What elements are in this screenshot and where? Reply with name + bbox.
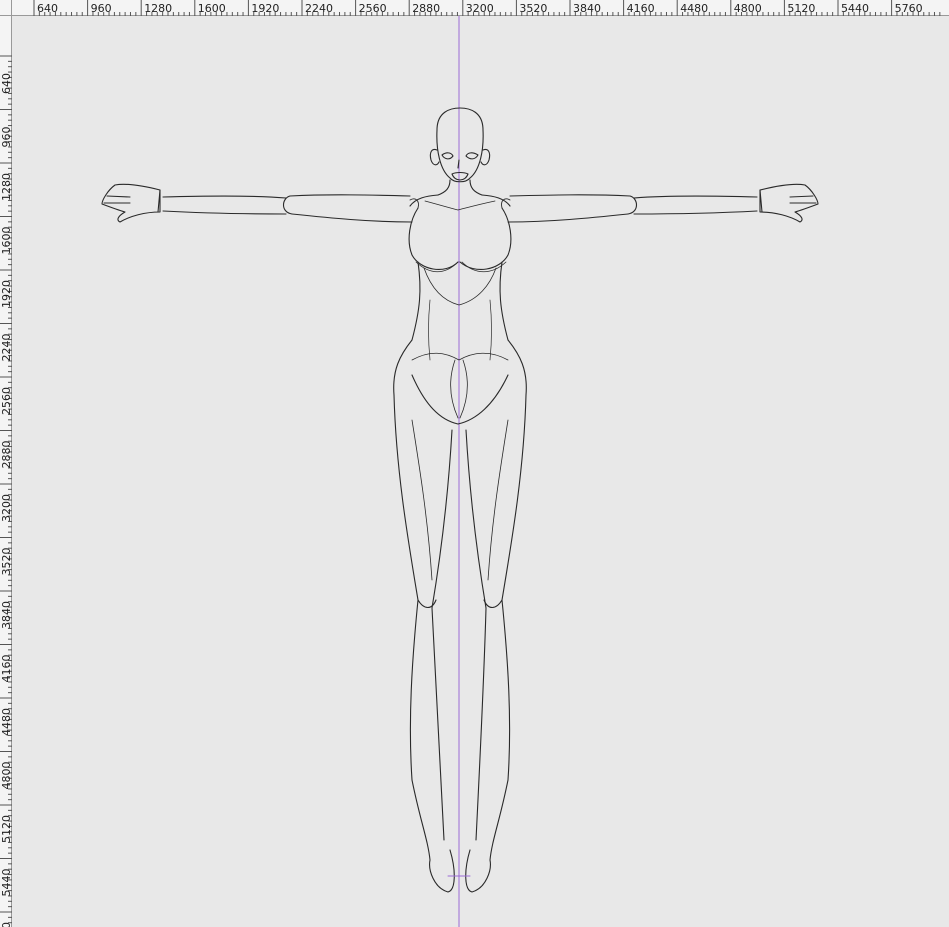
vertical-ruler-label: 3200	[0, 494, 12, 522]
horizontal-ruler-label: 640	[37, 2, 58, 15]
vertical-ruler-label: 1920	[0, 280, 12, 308]
horizontal-ruler-label: 960	[91, 2, 112, 15]
vertical-ruler-label: 5760	[0, 922, 12, 927]
vertical-ruler-label: 2560	[0, 387, 12, 415]
vertical-ruler-label: 4160	[0, 655, 12, 683]
torso	[408, 207, 512, 361]
vertical-ruler-label: 5440	[0, 869, 12, 897]
horizontal-ruler-label: 3840	[573, 2, 601, 15]
left-leg	[393, 394, 455, 893]
hips	[393, 339, 527, 425]
horizontal-ruler-label: 1600	[198, 2, 226, 15]
horizontal-ruler-label: 4800	[734, 2, 762, 15]
vertical-ruler-label: 2240	[0, 334, 12, 362]
vertical-ruler-label: 4480	[0, 708, 12, 736]
horizontal-ruler-label: 4160	[627, 2, 655, 15]
horizontal-ruler-label: 3520	[519, 2, 547, 15]
horizontal-ruler-label: 2880	[412, 2, 440, 15]
left-arm	[101, 183, 419, 223]
vertical-ruler-label: 640	[0, 73, 12, 94]
right-arm	[501, 183, 819, 223]
horizontal-ruler-label: 3200	[466, 2, 494, 15]
vertical-ruler-label: 1280	[0, 173, 12, 201]
vertical-ruler-label: 3840	[0, 601, 12, 629]
horizontal-ruler-label: 5440	[841, 2, 869, 15]
ruler-corner	[0, 0, 12, 16]
drawing-canvas[interactable]	[12, 16, 949, 927]
vertical-ruler-label: 960	[0, 127, 12, 148]
horizontal-ruler-label: 1280	[144, 2, 172, 15]
horizontal-ruler-scale: 640 960 1280 1600 1920 2240 2560 2880 3200 3520 38…	[33, 0, 941, 16]
neck-and-shoulders	[409, 179, 511, 211]
horizontal-ruler-label: 4480	[680, 2, 708, 15]
horizontal-ruler-label: 5120	[787, 2, 815, 15]
horizontal-ruler-label: 1920	[251, 2, 279, 15]
head	[429, 107, 491, 183]
vertical-ruler[interactable]: 640 960 1280 1600 1920 2240 2560 2880 3200 3520 38…	[0, 16, 12, 927]
vertical-ruler-label: 4800	[0, 762, 12, 790]
right-leg	[465, 394, 527, 893]
horizontal-ruler[interactable]: 640 960 1280 1600 1920 2240 2560 2880 3200 3520 38…	[12, 0, 949, 16]
figure-drawing	[101, 16, 819, 927]
vertical-ruler-scale: 640 960 1280 1600 1920 2240 2560 2880 3200 3520 38…	[0, 55, 12, 927]
vertical-ruler-label: 1600	[0, 227, 12, 255]
vertical-ruler-label: 2880	[0, 441, 12, 469]
vertical-ruler-label: 3520	[0, 548, 12, 576]
horizontal-ruler-label: 2240	[305, 2, 333, 15]
vertical-ruler-label: 5120	[0, 815, 12, 843]
horizontal-ruler-label: 5760	[895, 2, 923, 15]
horizontal-ruler-label: 2560	[359, 2, 387, 15]
